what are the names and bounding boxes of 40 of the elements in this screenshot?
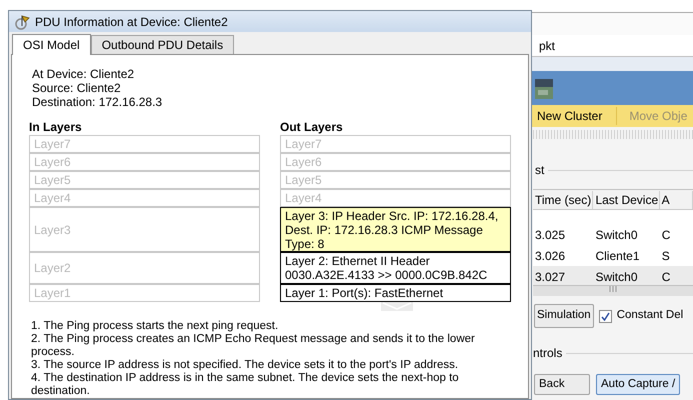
info-text: Destination: 172.16.28.3 — [32, 95, 164, 109]
table-cell-text: Switch0 — [594, 226, 638, 244]
table-cell-text: Switch0 — [594, 268, 638, 285]
column-header[interactable]: Last Device — [593, 190, 660, 208]
control-button[interactable]: Back — [534, 374, 590, 395]
group-label: ntrols — [533, 345, 562, 362]
table-cell-text: C — [660, 226, 672, 244]
table-cell-text: S — [660, 248, 671, 264]
tab[interactable]: Outbound PDU Details — [90, 35, 234, 54]
layer-box[interactable]: Layer 3: IP Header Src. IP: 172.16.28.4, Dest. IP: 172.16.28.3 ICMP Message Type: 8 — [280, 207, 511, 252]
column-header[interactable]: A — [660, 190, 693, 208]
column-header[interactable]: Time (sec) — [533, 190, 594, 208]
column-heading: In Layers — [29, 120, 83, 134]
table-cell-text: Cliente1 — [594, 248, 640, 264]
layer-box[interactable]: Layer 1: Port(s): FastEthernet — [280, 284, 511, 302]
simulation-button[interactable]: Simulation — [534, 304, 594, 328]
tab[interactable]: OSI Model — [12, 34, 91, 55]
group-label: st — [535, 162, 544, 179]
control-button[interactable]: Auto Capture / — [596, 374, 680, 395]
step-text: 1. The Ping process starts the next ping request. — [31, 320, 280, 333]
window-title: pkt — [539, 38, 556, 54]
grip-icon — [609, 286, 617, 292]
window-title: PDU Information at Device: Cliente2 — [35, 14, 228, 30]
layer-box[interactable]: Layer 2: Ethernet II Header 0030.A32E.4133 >> 0000.0C9B.842C — [280, 252, 511, 284]
checkbox[interactable] — [598, 310, 612, 322]
checkbox-label: Constant Del — [616, 308, 684, 324]
table-cell-text: 3.027 — [534, 268, 566, 285]
flag-icon — [15, 14, 31, 30]
table-cell-text: 3.025 — [534, 226, 566, 244]
info-text: Source: Cliente2 — [32, 81, 122, 95]
table-cell-text: 3.026 — [534, 248, 566, 264]
table-row[interactable]: 3.027 Switch0 C — [533, 266, 693, 285]
step-text: 3. The source IP address is not specified. The device sets it to the port's IP address. — [31, 359, 460, 372]
scrollbar[interactable] — [533, 286, 693, 296]
step-text: 4. The destination IP address is in the same subnet. The device sets the next-hop to destination. — [31, 372, 460, 398]
table-cell-text: C — [660, 268, 672, 285]
column-heading: Out Layers — [280, 120, 344, 134]
info-text: At Device: Cliente2 — [32, 67, 136, 81]
toolbar-button[interactable]: New Cluster — [537, 107, 602, 125]
step-text: 2. The Ping process creates an ICMP Echo Request message and sends it to the lower process. — [31, 333, 476, 359]
